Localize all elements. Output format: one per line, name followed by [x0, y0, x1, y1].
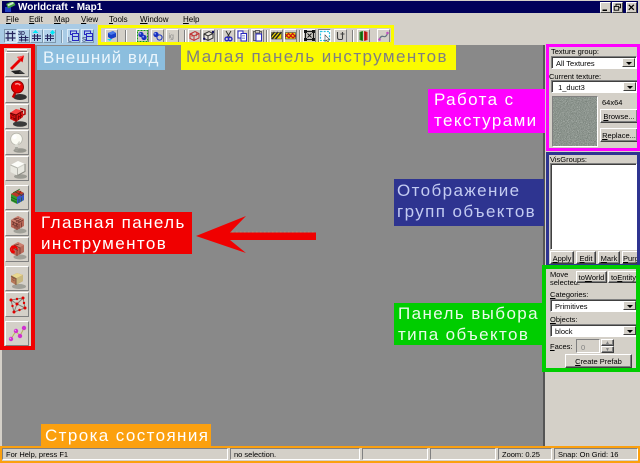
- svg-text:L: L: [68, 37, 72, 43]
- svg-text:S: S: [82, 37, 87, 43]
